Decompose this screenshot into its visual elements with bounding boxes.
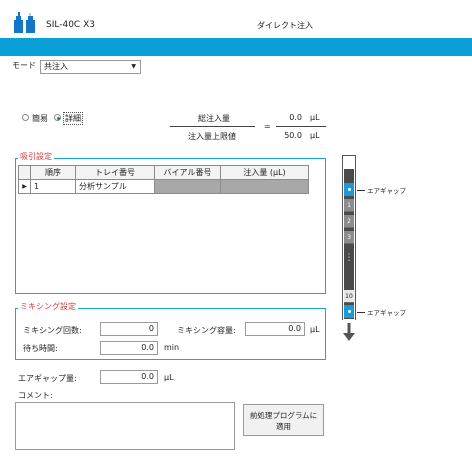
comment-textarea[interactable] (15, 402, 235, 450)
equals-sign: = (264, 122, 271, 131)
airgap-top-label: エアギャップ (367, 187, 406, 195)
needle-diagram: 1 2 3 ⋮ 10 (340, 155, 358, 345)
airgap-bottom-pointer (357, 312, 365, 313)
total-volume-unit: μL (310, 113, 320, 122)
wait-time-label: 待ち時間: (23, 344, 58, 353)
col-tray: トレイ番号 (75, 165, 155, 180)
mixing-count-label: ミキシング回数: (23, 326, 82, 335)
suction-table-header: 順序 トレイ番号 バイアル番号 注入量 (μL) (18, 165, 309, 180)
col-volume: 注入量 (μL) (220, 165, 309, 180)
suction-settings-title: 吸引設定 (18, 152, 54, 162)
needle-ellipsis: ⋮ (344, 253, 354, 263)
mode-label: モード (12, 61, 36, 70)
apply-button-line2: 適用 (276, 422, 291, 431)
cell-tray[interactable]: 分析サンプル (75, 179, 155, 194)
mixing-volume-input[interactable]: 0.0 (245, 322, 305, 336)
mode-select[interactable]: 共注入 ▼ (40, 60, 141, 74)
fraction-line (170, 126, 255, 127)
svg-text:1: 1 (28, 13, 32, 20)
accent-bar (0, 38, 472, 56)
table-row[interactable]: ▶ 1 分析サンプル (18, 179, 309, 194)
radio-detail-label: 詳細 (63, 112, 83, 125)
needle-airgap-bottom (344, 305, 354, 318)
wait-time-unit: min (164, 343, 180, 352)
air-gap-unit: μL (164, 373, 174, 382)
radio-simple-label: 簡易 (32, 114, 48, 123)
mixing-settings-title: ミキシング設定 (18, 302, 78, 312)
page-title: ダイレクト注入 (257, 21, 313, 30)
radio-simple[interactable] (22, 114, 29, 121)
limit-volume-unit: μL (310, 131, 320, 140)
wait-time-input[interactable]: 0.0 (100, 341, 158, 355)
needle-segment-3: 3 (344, 231, 354, 244)
needle-airgap-top (344, 183, 354, 196)
total-volume-label: 総注入量 (198, 114, 230, 123)
limit-volume-value: 50.0 (284, 131, 302, 140)
instrument-name: SIL-40C X3 (46, 20, 95, 30)
limit-volume-label: 注入量上限値 (188, 132, 236, 141)
instrument-icon: 1 (13, 12, 37, 34)
fraction-line-right (276, 126, 326, 127)
mixing-count-input[interactable]: 0 (100, 322, 158, 336)
air-gap-label: エアギャップ量: (18, 374, 77, 383)
airgap-bottom-label: エアギャップ (367, 309, 406, 317)
chevron-down-icon: ▼ (131, 63, 136, 70)
comment-label: コメント: (18, 391, 53, 400)
cell-volume[interactable] (220, 179, 309, 194)
cell-order[interactable]: 1 (30, 179, 76, 194)
suction-table: 順序 トレイ番号 バイアル番号 注入量 (μL) ▶ 1 分析サンプル (18, 165, 309, 194)
needle-segment-10: 10 (344, 290, 354, 303)
radio-detail[interactable] (54, 114, 61, 121)
col-order: 順序 (30, 165, 76, 180)
apply-button-line1: 前処理プログラムに (249, 411, 318, 420)
needle-segment-1: 1 (344, 199, 354, 212)
airgap-top-pointer (357, 190, 365, 191)
suction-table-wrapper: 順序 トレイ番号 バイアル番号 注入量 (μL) ▶ 1 分析サンプル (18, 165, 309, 194)
mode-select-value: 共注入 (44, 62, 68, 71)
needle-segment-2: 2 (344, 215, 354, 228)
arrow-down-icon (342, 323, 356, 345)
title-bar: 1 SIL-40C X3 ダイレクト注入 (0, 0, 472, 38)
mixing-volume-unit: μL (310, 325, 320, 334)
apply-preprocessing-button[interactable]: 前処理プログラムに 適用 (243, 404, 324, 436)
col-vial: バイアル番号 (154, 165, 221, 180)
row-selector-header (18, 165, 31, 180)
cell-vial[interactable] (154, 179, 221, 194)
row-selector-icon: ▶ (18, 179, 31, 194)
air-gap-input[interactable]: 0.0 (100, 370, 158, 384)
mixing-volume-label: ミキシング容量: (177, 326, 236, 335)
total-volume-value: 0.0 (289, 113, 302, 122)
